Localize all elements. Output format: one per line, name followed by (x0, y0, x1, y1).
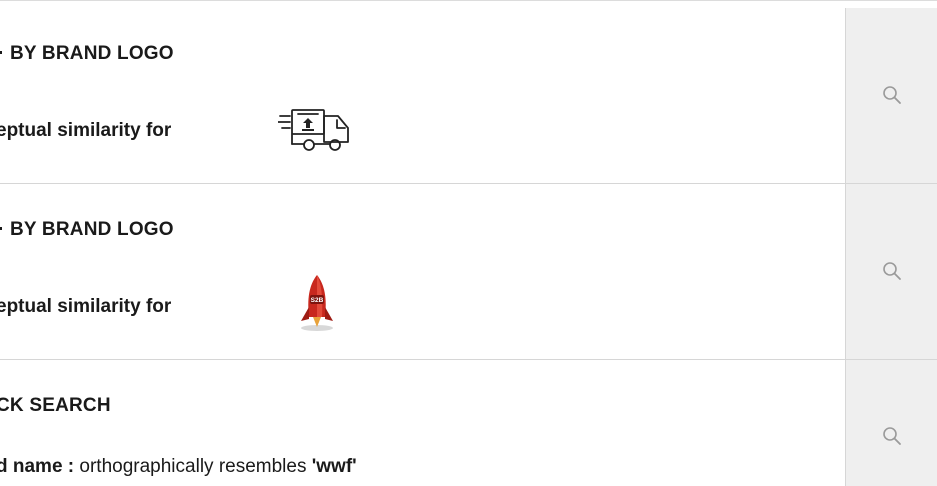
result-content: BY BRAND LOGO eptual similarity for (0, 8, 845, 183)
search-button[interactable] (845, 360, 937, 486)
result-title: CK SEARCH (0, 395, 111, 416)
rocket-logo-icon: S2B (301, 275, 333, 331)
delivery-truck-logo-icon (278, 109, 349, 151)
description-text: orthographically resembles (74, 456, 312, 477)
result-description: eptual similarity for (0, 120, 172, 141)
search-icon (883, 427, 901, 445)
description-term: 'wwf' (311, 456, 357, 477)
result-description: eptual similarity for (0, 296, 172, 317)
result-title: BY BRAND LOGO (0, 43, 174, 65)
result-content: BY BRAND LOGO eptual similarity for S2B (0, 184, 845, 359)
result-description: d name : orthographically resembles 'wwf… (0, 456, 357, 478)
search-icon (883, 86, 901, 104)
rocket-logo-text: S2B (311, 297, 324, 304)
description-label: d name : (0, 456, 75, 477)
result-row: BY BRAND LOGO eptual similarity for (0, 8, 937, 184)
result-title: BY BRAND LOGO (0, 219, 174, 241)
result-content: CK SEARCH d name : orthographically rese… (0, 360, 845, 486)
result-title-text: BY BRAND LOGO (10, 219, 174, 240)
result-row: BY BRAND LOGO eptual similarity for S2B (0, 184, 937, 360)
result-title-text: BY BRAND LOGO (10, 43, 174, 64)
search-icon (883, 262, 901, 280)
search-button[interactable] (845, 8, 937, 183)
title-dash (0, 226, 2, 230)
title-dash (0, 50, 2, 54)
result-row: CK SEARCH d name : orthographically rese… (0, 360, 937, 486)
results-list: BY BRAND LOGO eptual similarity for BY B… (0, 0, 937, 486)
search-button[interactable] (845, 184, 937, 359)
